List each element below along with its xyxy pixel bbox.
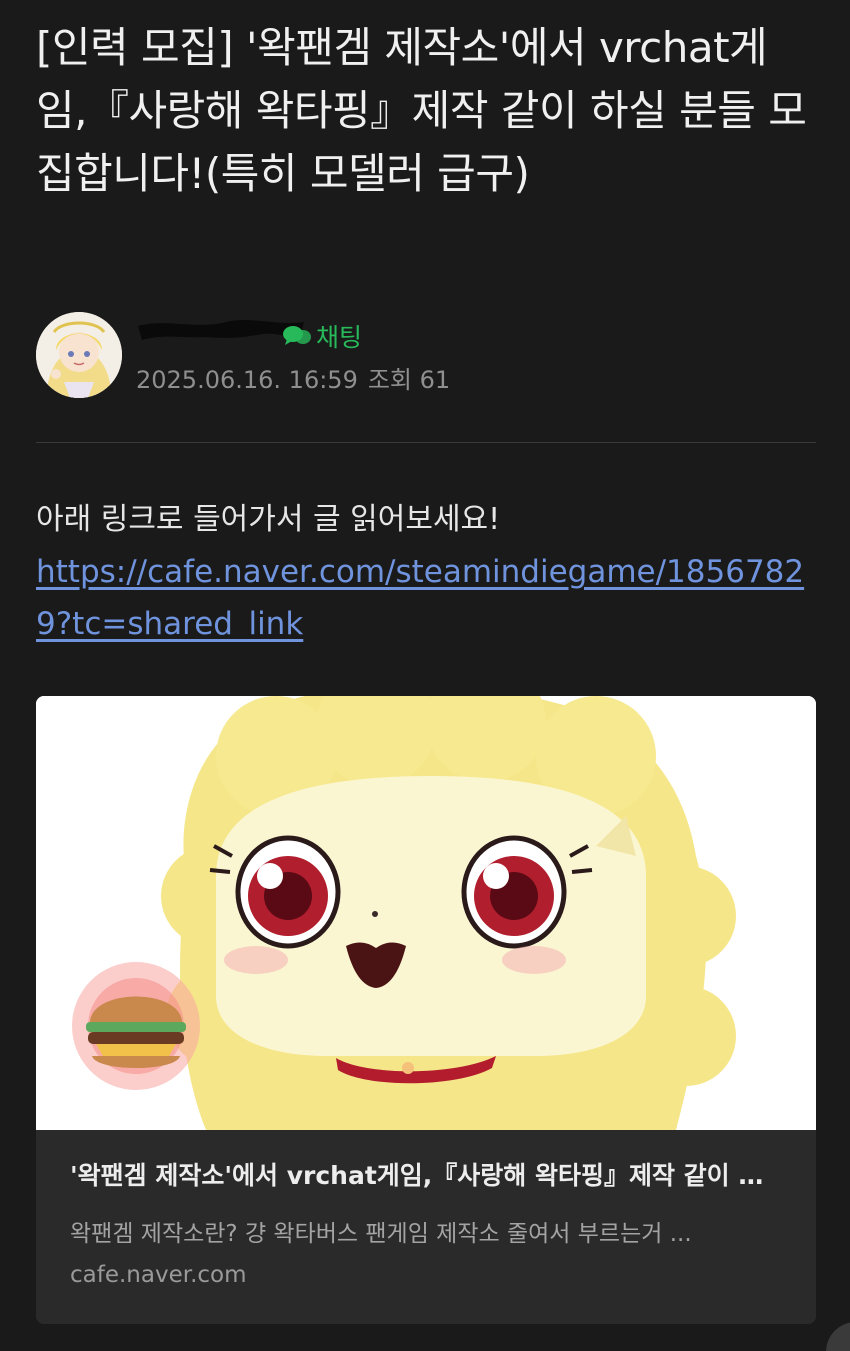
character-illustration (36, 696, 816, 1130)
post-meta: 2025.06.16. 16:59 조회 61 (136, 360, 460, 395)
link-preview-card[interactable]: '왁팬겜 제작소'에서 vrchat게임,『사랑해 왁타핑』제작 같이 하실 분… (36, 696, 816, 1324)
link-preview-description: 왁팬겜 제작소란? 걍 왁타버스 팬게임 제작소 줄여서 부르는거 ... (70, 1221, 692, 1247)
link-preview-domain: cafe.naver.com (70, 1262, 247, 1288)
post-title: [인력 모집] '왁팬겜 제작소'에서 vrchat게임,『사랑해 왁타핑』제작… (36, 23, 807, 198)
link-preview-info: '왁팬겜 제작소'에서 vrchat게임,『사랑해 왁타핑』제작 같이 하실 분… (36, 1130, 816, 1324)
chat-label: 채팅 (316, 323, 363, 352)
author-name-redacted (136, 316, 306, 346)
chat-link[interactable]: 채팅 (282, 318, 362, 354)
post-body: 아래 링크로 들어가서 글 읽어보세요! https://cafe.naver.… (36, 494, 826, 650)
link-preview-title: '왁팬겜 제작소'에서 vrchat게임,『사랑해 왁타핑』제작 같이 하실 분… (70, 1161, 782, 1190)
author-row: 채팅 2025.06.16. 16:59 조회 61 (36, 310, 816, 400)
divider (36, 442, 816, 443)
post-body-link[interactable]: https://cafe.naver.com/steamindiegame/18… (36, 546, 826, 650)
user-avatar[interactable] (36, 312, 122, 398)
post-body-text: 아래 링크로 들어가서 글 읽어보세요! (36, 502, 501, 537)
view-count: 조회 61 (367, 366, 451, 394)
chat-bubbles-icon (283, 326, 311, 345)
floating-action-button[interactable] (826, 1322, 850, 1351)
post-date: 2025.06.16. 16:59 (136, 366, 358, 394)
